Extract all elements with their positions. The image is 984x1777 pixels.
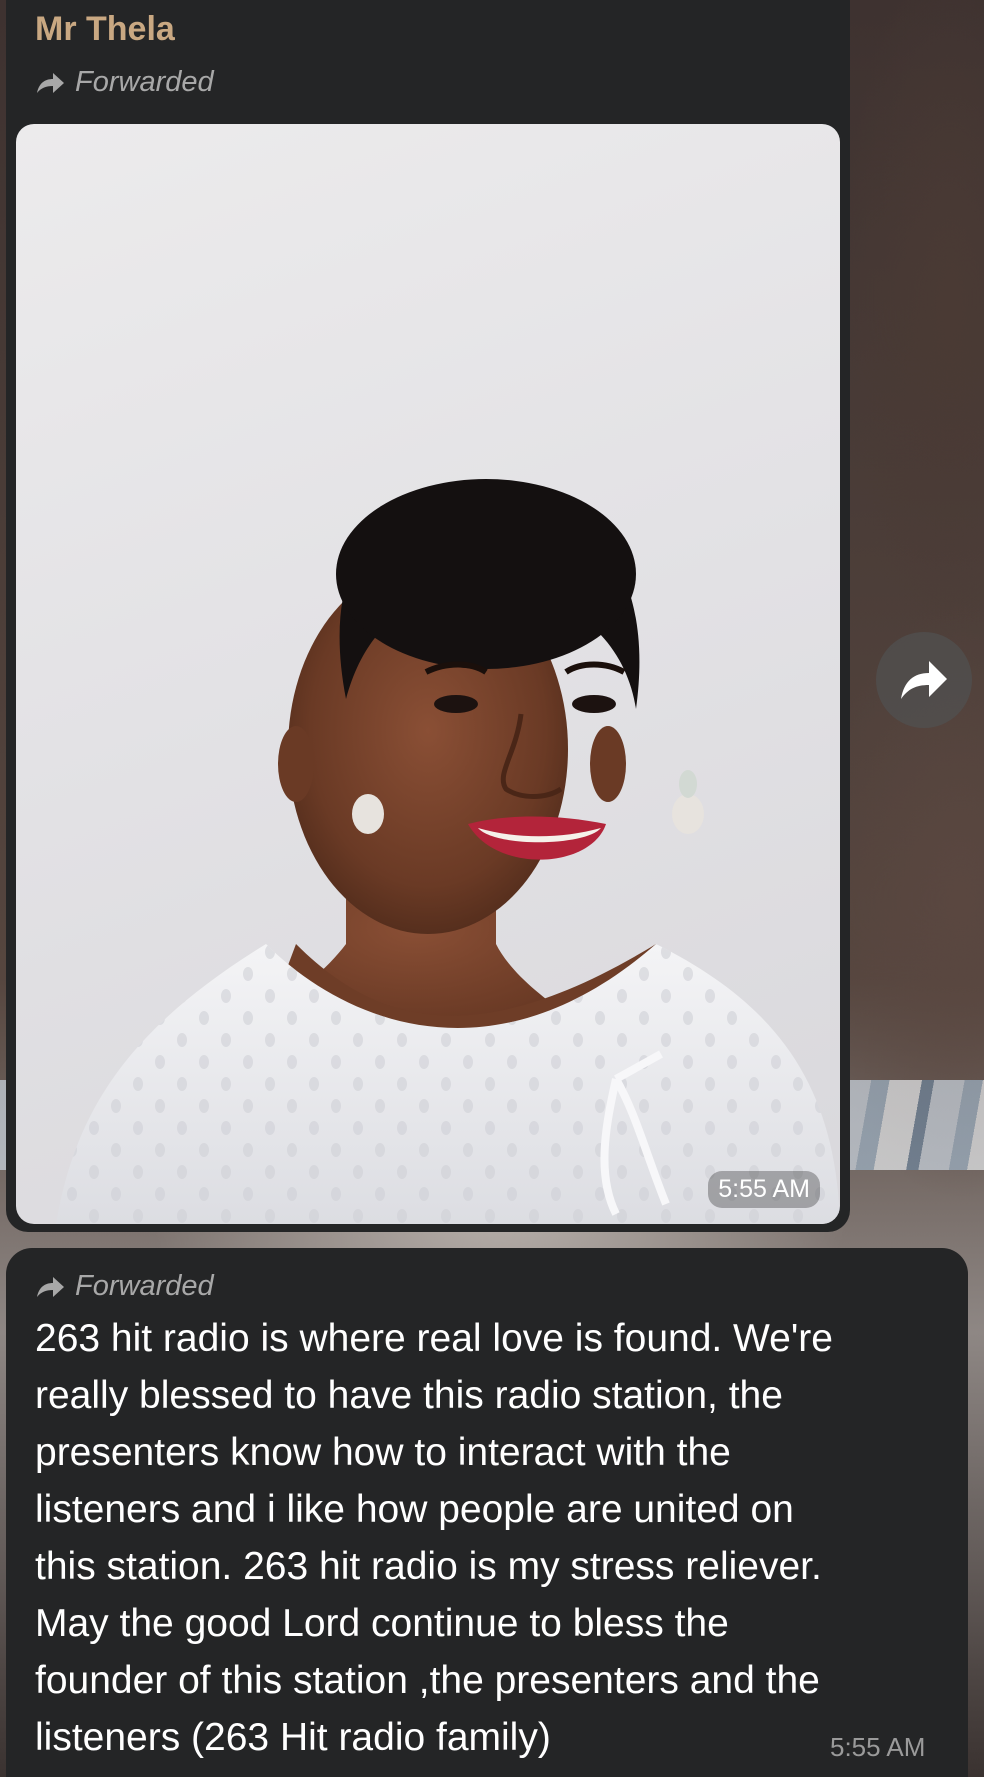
share-arrow-icon xyxy=(901,661,947,699)
photo-attachment[interactable]: 5:55 AM xyxy=(16,124,840,1224)
sender-name[interactable]: Mr Thela xyxy=(35,10,175,49)
portrait-image xyxy=(56,479,840,1224)
forward-arrow-icon xyxy=(37,1276,64,1297)
share-button[interactable] xyxy=(876,632,972,728)
forwarded-indicator: Forwarded xyxy=(35,66,214,99)
forward-arrow-icon xyxy=(37,72,64,93)
forwarded-label: Forwarded xyxy=(75,66,214,98)
photo-timestamp: 5:55 AM xyxy=(708,1171,820,1208)
forwarded-indicator: Forwarded xyxy=(35,1270,214,1303)
message-timestamp: 5:55 AM xyxy=(830,1732,926,1762)
message-text: 263 hit radio is where real love is foun… xyxy=(35,1317,833,1759)
forwarded-label: Forwarded xyxy=(75,1270,214,1302)
